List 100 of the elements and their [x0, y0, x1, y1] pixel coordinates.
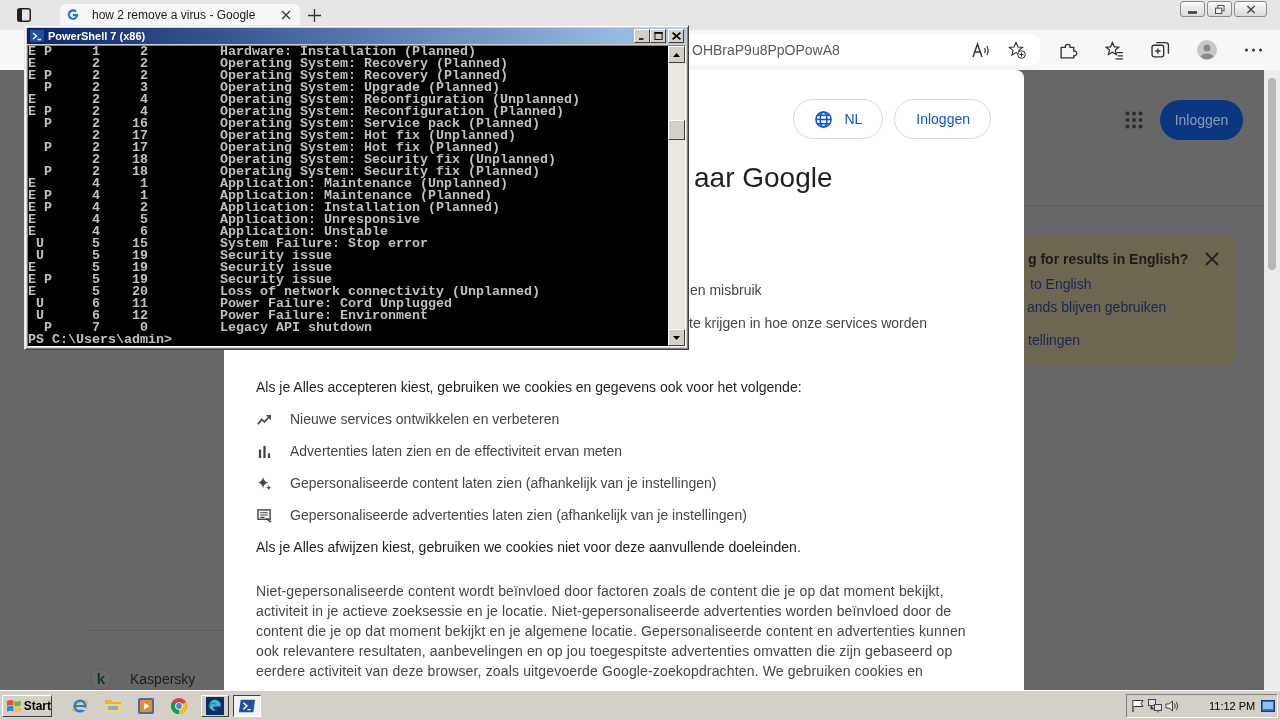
flag-letter: P [44, 82, 52, 94]
close-button[interactable] [1234, 1, 1267, 17]
console-number: 2 [140, 70, 148, 82]
add-favorite-icon[interactable] [1008, 41, 1026, 59]
console-text: Application: Maintenance (Unplanned) [220, 178, 508, 190]
minimize-icon [1188, 10, 1197, 14]
flag-letter: E [28, 94, 36, 106]
collections-icon[interactable] [1151, 40, 1170, 60]
flag-letter: E [28, 190, 36, 202]
console-number: 5 [92, 250, 100, 262]
scrollbar-thumb[interactable] [1268, 78, 1276, 270]
round-logo-icon[interactable] [170, 696, 188, 715]
console-number: 2 [92, 70, 100, 82]
address-field[interactable]: OHBraP9u8PpOPowA8 [689, 35, 1040, 65]
console-number: 15 [132, 238, 148, 250]
console-number: 2 [92, 118, 100, 130]
browser-tab[interactable]: how 2 remove a virus - Google [60, 4, 300, 25]
flag-letter: E [28, 274, 36, 286]
maximize-button[interactable] [650, 29, 666, 43]
plus-icon[interactable] [308, 9, 321, 22]
console-number: 2 [140, 58, 148, 70]
flag-letter: E [28, 286, 36, 298]
network-icon[interactable] [1148, 698, 1162, 713]
console-number: 18 [132, 166, 148, 178]
flag-letter: P [44, 202, 52, 214]
read-aloud-icon[interactable] [972, 41, 990, 59]
flag-letter: E [28, 178, 36, 190]
minimize-button[interactable] [1180, 1, 1205, 17]
console-text: Operating System: Upgrade (Planned) [220, 82, 500, 94]
console-text: Application: Unstable [220, 226, 388, 238]
console-number: 4 [92, 226, 100, 238]
console-text: Operating System: Security fix (Unplanned) [220, 154, 556, 166]
purpose-text: Gepersonaliseerde content laten zien (afhankelijk van je instellingen) [290, 475, 717, 491]
console-number: 6 [92, 298, 100, 310]
bar-chart-icon [257, 443, 272, 459]
taskbar-button[interactable] [233, 694, 261, 717]
purpose-text: Nieuwe services ontwikkelen en verbeteren [290, 411, 560, 427]
start-button[interactable]: Start [2, 694, 52, 717]
tab-actions-icon[interactable] [17, 8, 31, 22]
site-logo: k [90, 668, 112, 690]
console-number: 2 [140, 46, 148, 58]
console-number: 2 [92, 94, 100, 106]
flag-logo-icon [6, 698, 22, 713]
flag-letter: U [36, 310, 44, 322]
language-button[interactable]: NL [793, 99, 884, 139]
console-number: 5 [92, 262, 100, 274]
globe-icon [815, 110, 833, 128]
console-text: Operating System: Reconfiguration (Unplanned) [220, 94, 580, 106]
console-number: 1 [92, 46, 100, 58]
console-number: 0 [140, 322, 148, 334]
scrollbar[interactable] [1264, 70, 1280, 690]
sign-in-button[interactable]: Inloggen [1160, 100, 1243, 140]
console-text: Security issue [220, 274, 332, 286]
console-number: 12 [132, 310, 148, 322]
console-number: 19 [132, 274, 148, 286]
clock[interactable]: 11:12 PM [1209, 699, 1256, 712]
apps-grid-icon[interactable] [1125, 111, 1143, 129]
console-number: 1 [140, 190, 148, 202]
console-number: 5 [92, 286, 100, 298]
console-text: Power Failure: Environment [220, 310, 428, 322]
console-number: 2 [92, 130, 100, 142]
desktop-icon[interactable] [1261, 699, 1275, 712]
flag-letter: E [28, 58, 36, 70]
flag-letter: E [28, 226, 36, 238]
g-logo-icon [66, 7, 80, 22]
flag-letter: P [44, 166, 52, 178]
sign-in-button[interactable]: Inloggen [894, 99, 991, 139]
window-title: PowerShell 7 (x86) [48, 30, 146, 42]
flag-letter: E [28, 214, 36, 226]
console-number: 20 [132, 286, 148, 298]
console-text: Operating System: Hot fix (Planned) [220, 142, 500, 154]
flag-letter: P [44, 190, 52, 202]
avatar-icon[interactable] [1197, 40, 1217, 60]
scrollbar[interactable] [668, 46, 685, 346]
console-text: Operating System: Hot fix (Unplanned) [220, 130, 516, 142]
console-number: 2 [92, 142, 100, 154]
console-number: 4 [140, 106, 148, 118]
favorites-icon[interactable] [1105, 40, 1124, 60]
speaker-icon[interactable] [1165, 698, 1179, 713]
more-icon[interactable] [1244, 48, 1263, 52]
play-icon[interactable] [137, 696, 155, 715]
flag-letter: E [28, 106, 36, 118]
body-text: te krijgen in hoe onze services worden [689, 314, 929, 333]
flag-letter: U [36, 250, 44, 262]
console-number: 7 [92, 322, 100, 334]
console-number: 4 [140, 94, 148, 106]
purpose-text: Gepersonaliseerde advertenties laten zien (afhankelijk van je instellingen) [290, 507, 747, 523]
scroll-up-button[interactable] [668, 46, 685, 63]
scrollbar-thumb[interactable] [668, 120, 685, 140]
flag-icon[interactable] [1131, 698, 1145, 713]
console-text: Security issue [220, 250, 332, 262]
scroll-down-button[interactable] [668, 329, 685, 346]
console-text: Security issue [220, 262, 332, 274]
maximize-icon [653, 32, 663, 40]
restore-button[interactable] [1207, 1, 1232, 17]
flag-letter: E [28, 46, 36, 58]
close-icon[interactable] [281, 9, 291, 20]
e-logo-icon[interactable] [71, 696, 89, 715]
console-text: Application: Unresponsive [220, 214, 420, 226]
console-text: Application: Maintenance (Planned) [220, 190, 492, 202]
